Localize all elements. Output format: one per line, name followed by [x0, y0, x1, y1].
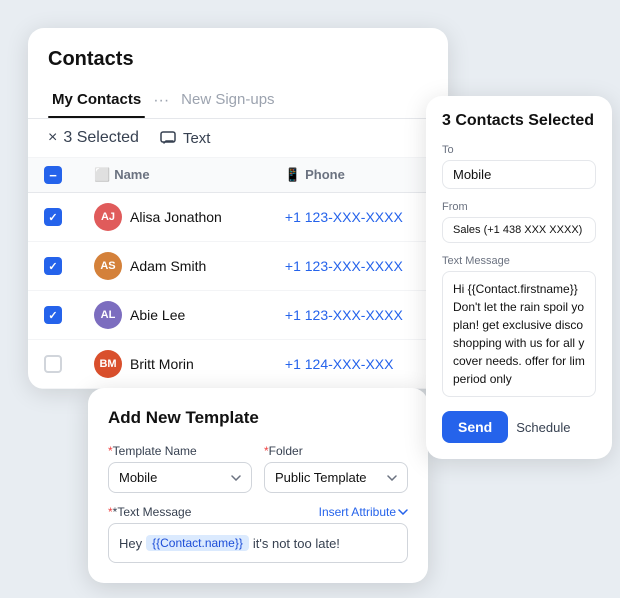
contact-phone: +1 123-XXX-XXXX [285, 307, 403, 323]
right-panel: 3 Contacts Selected To Mobile From Sales… [426, 96, 612, 459]
template-card-title: Add New Template [108, 408, 408, 428]
message-preview[interactable]: Hey {{Contact.name}} it's not too late! [108, 523, 408, 563]
contact-name: Alisa Jonathon [130, 209, 222, 225]
to-value: Mobile [442, 160, 596, 189]
row-checkbox[interactable] [44, 306, 62, 324]
table-row: AS Adam Smith +1 123-XXX-XXXX [28, 242, 448, 291]
panel-heading: 3 Contacts Selected [442, 112, 596, 130]
schedule-button[interactable]: Schedule [516, 411, 570, 443]
template-name-group: *Template Name Mobile [108, 444, 252, 493]
text-message-panel-content: Hi {{Contact.firstname}} Don't let the r… [442, 271, 596, 397]
avatar: AS [94, 252, 122, 280]
avatar: AL [94, 301, 122, 329]
col-header-check [28, 158, 78, 193]
selection-bar: × 3 Selected Text [28, 119, 448, 158]
table-row: AL Abie Lee +1 123-XXX-XXXX [28, 291, 448, 340]
folder-label: *Folder [264, 444, 408, 458]
select-all-checkbox[interactable] [44, 166, 62, 184]
contact-phone: +1 123-XXX-XXXX [285, 209, 403, 225]
tab-new-signups[interactable]: New Sign-ups [177, 83, 278, 118]
from-label: From [442, 201, 596, 213]
contact-name-tag: {{Contact.name}} [146, 535, 249, 551]
template-name-label: *Template Name [108, 444, 252, 458]
insert-attribute-button[interactable]: Insert Attribute [319, 505, 408, 519]
text-message-row: **Text Message Insert Attribute [108, 505, 408, 519]
template-name-select[interactable]: Mobile [108, 462, 252, 493]
text-action-button[interactable]: Text [159, 129, 211, 147]
contact-phone: +1 123-XXX-XXXX [285, 258, 403, 274]
table-row: BM Britt Morin +1 124-XXX-XXX [28, 340, 448, 389]
to-label: To [442, 144, 596, 156]
contact-name: Adam Smith [130, 258, 206, 274]
close-icon: × [48, 129, 57, 147]
template-card: Add New Template *Template Name Mobile *… [88, 388, 428, 583]
row-checkbox[interactable] [44, 208, 62, 226]
tabs-more-dots[interactable]: ··· [149, 92, 173, 110]
message-prefix: Hey [119, 536, 142, 551]
row-checkbox[interactable] [44, 355, 62, 373]
name-col-icon: ⬜ [94, 167, 110, 182]
folder-group: *Folder Public Template [264, 444, 408, 493]
text-message-label: **Text Message [108, 505, 191, 519]
col-header-name: ⬜Name [78, 158, 269, 193]
phone-col-icon: 📱 [285, 167, 301, 182]
row-checkbox[interactable] [44, 257, 62, 275]
selection-count: 3 Selected [63, 129, 139, 147]
avatar: AJ [94, 203, 122, 231]
table-row: AJ Alisa Jonathon +1 123-XXX-XXXX [28, 193, 448, 242]
folder-select[interactable]: Public Template [264, 462, 408, 493]
col-header-phone: 📱Phone [269, 158, 448, 193]
text-message-panel-label: Text Message [442, 255, 596, 267]
template-form-row-1: *Template Name Mobile *Folder Public Tem… [108, 444, 408, 493]
panel-actions: Send Schedule [442, 411, 596, 443]
contacts-table: ⬜Name 📱Phone AJ Alisa Jonathon +1 123-XXX-… [28, 158, 448, 389]
tab-my-contacts[interactable]: My Contacts [48, 83, 145, 118]
text-button-label: Text [183, 130, 211, 147]
contacts-title: Contacts [28, 48, 448, 83]
send-button[interactable]: Send [442, 411, 508, 443]
from-value: Sales (+1 438 XXX XXXX) [442, 217, 596, 243]
tabs-row: My Contacts ··· New Sign-ups [28, 83, 448, 119]
chevron-down-icon [398, 509, 408, 515]
text-message-icon [159, 129, 177, 147]
avatar: BM [94, 350, 122, 378]
contact-name: Britt Morin [130, 356, 194, 372]
contact-phone: +1 124-XXX-XXX [285, 356, 394, 372]
contacts-card: Contacts My Contacts ··· New Sign-ups × … [28, 28, 448, 389]
contact-name: Abie Lee [130, 307, 185, 323]
message-suffix: it's not too late! [253, 536, 340, 551]
close-selection-button[interactable]: × 3 Selected [48, 129, 139, 147]
